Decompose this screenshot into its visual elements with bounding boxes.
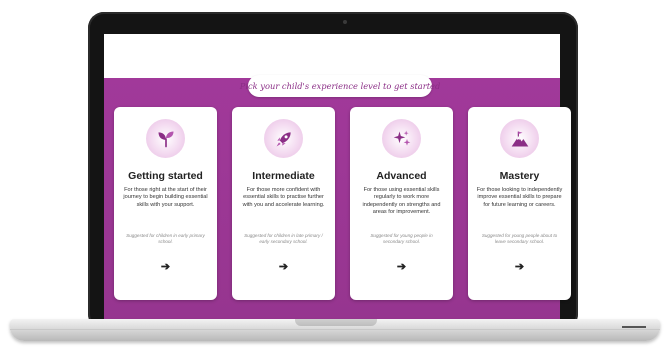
arrow-right-icon[interactable]: ➔	[468, 260, 571, 273]
icon-circle	[382, 119, 421, 158]
icon-circle	[146, 119, 185, 158]
laptop-base-edge	[10, 329, 660, 330]
icon-circle	[264, 119, 303, 158]
card-note: Suggested for children in early primary …	[126, 233, 205, 244]
sprout-icon	[158, 131, 173, 147]
card-note: Suggested for children in late primary /…	[244, 233, 323, 244]
arrow-right-icon[interactable]: ➔	[114, 260, 217, 273]
experience-heading-pill: Pick your child's experience level to ge…	[240, 75, 440, 97]
webcam-icon	[343, 20, 347, 24]
card-note: Suggested for young people in secondary …	[370, 233, 433, 244]
level-card-intermediate[interactable]: Intermediate For those more confident wi…	[232, 107, 335, 300]
card-note: Suggested for young people about to leav…	[481, 233, 558, 244]
arrow-right-icon[interactable]: ➔	[350, 260, 453, 273]
card-description: For those right at the start of their jo…	[123, 187, 208, 208]
laptop-notch	[295, 319, 377, 326]
laptop-foot	[622, 326, 646, 328]
laptop-base	[10, 319, 660, 341]
screen-white-header	[104, 34, 560, 78]
experience-heading: Pick your child's experience level to ge…	[239, 81, 441, 91]
card-title: Mastery	[499, 170, 540, 182]
sparkles-icon	[393, 130, 410, 146]
level-card-getting-started[interactable]: Getting started For those right at the s…	[114, 107, 217, 300]
level-card-mastery[interactable]: Mastery For those looking to independent…	[468, 107, 571, 300]
arrow-right-icon[interactable]: ➔	[232, 260, 335, 273]
icon-circle	[500, 119, 539, 158]
level-card-advanced[interactable]: Advanced For those using essential skill…	[350, 107, 453, 300]
card-title: Getting started	[128, 170, 203, 182]
mountain-flag-icon	[511, 131, 528, 146]
card-description: For those more confident with essential …	[242, 187, 325, 208]
card-title: Advanced	[376, 170, 427, 182]
card-description: For those using essential skills regular…	[362, 187, 441, 215]
card-description: For those looking to independently impro…	[476, 187, 563, 208]
rocket-icon	[276, 131, 291, 146]
card-title: Intermediate	[252, 170, 315, 182]
